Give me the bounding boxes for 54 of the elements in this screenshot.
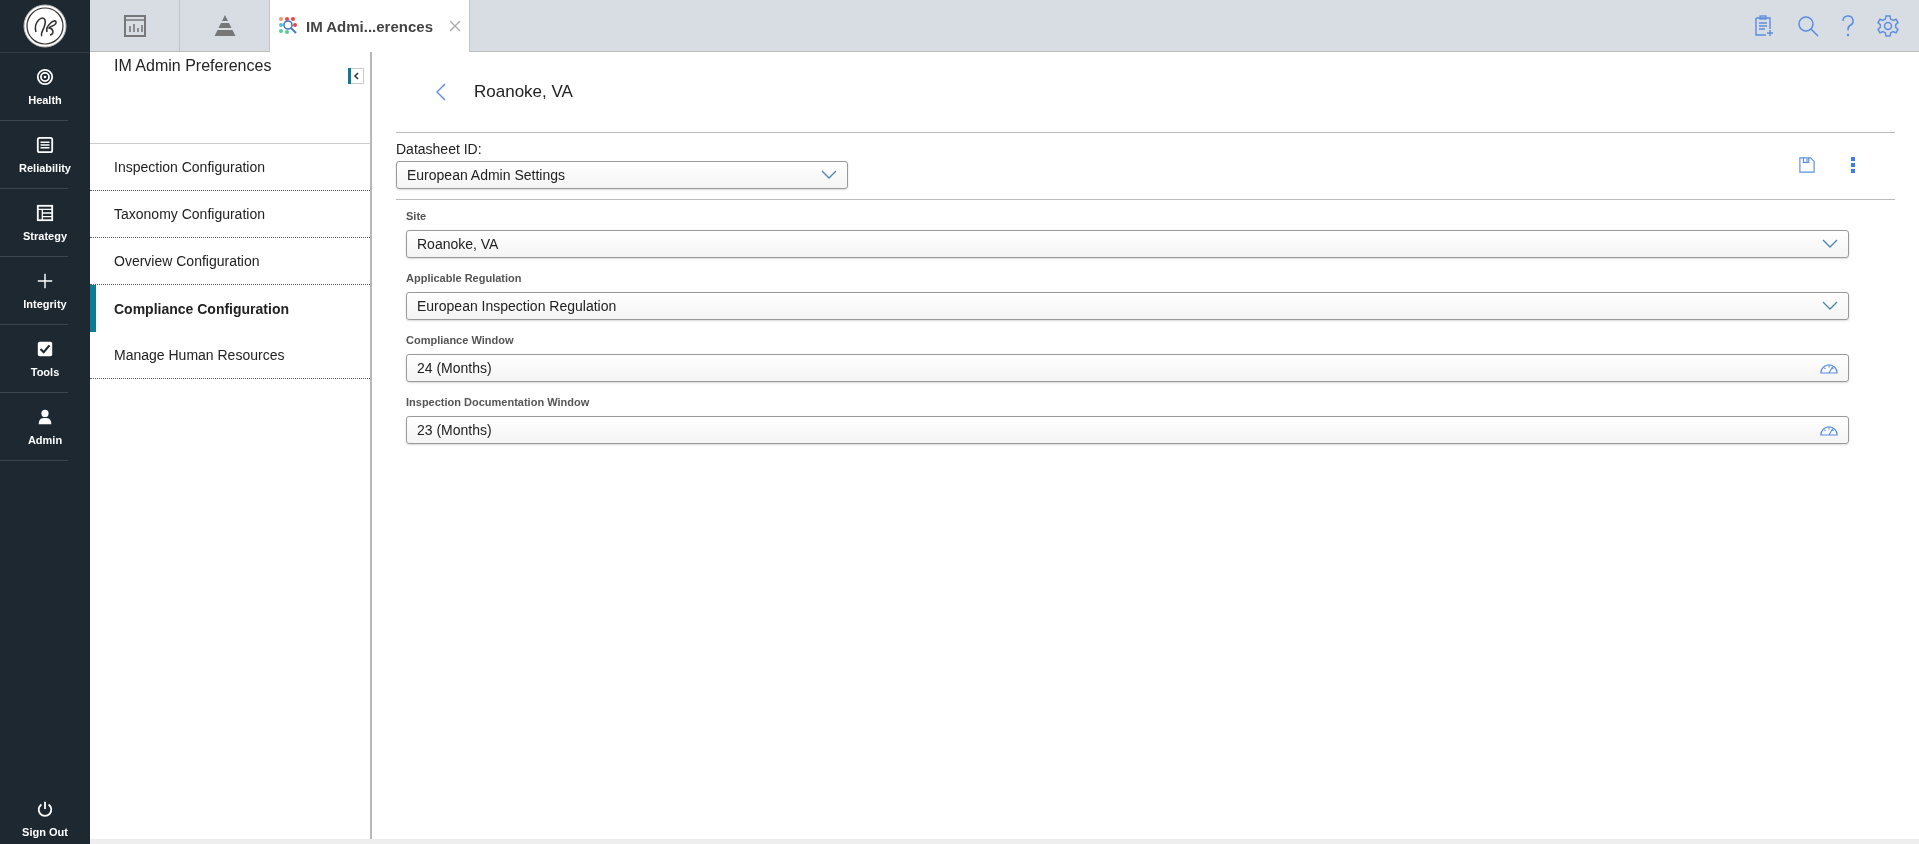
field-label: Datasheet ID: xyxy=(396,141,483,157)
clipboard-add-icon[interactable] xyxy=(1753,14,1775,37)
field-label: Compliance Window xyxy=(406,334,515,346)
nav-label: Strategy xyxy=(23,229,67,242)
tab[interactable]: IM Admi...erences xyxy=(270,0,470,52)
magnifier-dots-icon xyxy=(278,16,298,36)
target-icon xyxy=(36,67,54,86)
menu-item[interactable]: Overview Configuration xyxy=(90,238,370,285)
nav-label: Health xyxy=(28,93,62,106)
table-icon xyxy=(36,203,54,222)
logo-icon[interactable] xyxy=(23,4,67,48)
panel-title: IM Admin Preferences xyxy=(114,57,273,75)
menu-item[interactable]: Compliance Configuration xyxy=(90,285,370,332)
input-field[interactable]: 24 (Months) xyxy=(406,354,1849,382)
sign-out-button[interactable]: Sign Out xyxy=(0,800,68,844)
checkbox-icon xyxy=(36,339,54,358)
power-icon xyxy=(36,800,54,818)
save-icon[interactable] xyxy=(1799,157,1815,173)
collapse-icon[interactable] xyxy=(348,68,364,84)
input-field[interactable]: 23 (Months) xyxy=(406,416,1849,444)
nav-item[interactable]: Admin xyxy=(0,393,68,461)
nav-label: Integrity xyxy=(23,297,67,310)
help-icon[interactable] xyxy=(1841,14,1855,37)
nav-item[interactable]: Strategy xyxy=(0,189,68,257)
chevron-down-icon xyxy=(1822,301,1838,311)
nav-label: Reliability xyxy=(19,161,71,174)
more-options-icon[interactable] xyxy=(1851,157,1855,173)
gauge-icon[interactable] xyxy=(1820,362,1838,374)
datasheet-select[interactable]: European Admin Settings xyxy=(396,161,848,189)
page-title: Roanoke, VA xyxy=(474,82,573,102)
back-icon[interactable] xyxy=(436,83,446,101)
user-icon xyxy=(36,407,54,426)
nav-label: Tools xyxy=(30,365,60,378)
settings-icon[interactable] xyxy=(1877,14,1899,37)
menu-item[interactable]: Manage Human Resources xyxy=(90,332,370,379)
menu-item[interactable]: Taxonomy Configuration xyxy=(90,191,370,238)
field-label: Applicable Regulation xyxy=(406,272,523,284)
dropdown-field[interactable]: Roanoke, VA xyxy=(406,230,1849,258)
plus-icon xyxy=(36,271,54,290)
chart-icon xyxy=(122,13,147,38)
field-label: Site xyxy=(406,210,428,222)
dropdown-field[interactable]: European Inspection Regulation xyxy=(406,292,1849,320)
search-icon[interactable] xyxy=(1797,14,1819,37)
nav-item[interactable]: Integrity xyxy=(0,257,68,325)
chevron-down-icon xyxy=(1822,239,1838,249)
gauge-icon[interactable] xyxy=(1820,424,1838,436)
nav-label: Admin xyxy=(27,433,63,446)
close-icon[interactable] xyxy=(449,20,461,32)
field-label: Inspection Documentation Window xyxy=(406,396,591,408)
nav-item[interactable]: Health xyxy=(0,53,68,121)
menu-item[interactable]: Inspection Configuration xyxy=(90,144,370,191)
list-icon xyxy=(36,135,54,154)
nav-item[interactable]: Tools xyxy=(0,325,68,393)
chevron-down-icon xyxy=(821,170,837,180)
